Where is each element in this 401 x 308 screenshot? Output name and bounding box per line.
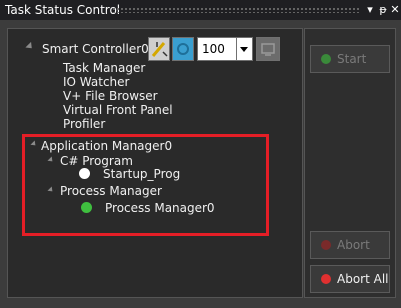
- collapse-arrow-icon[interactable]: [25, 41, 35, 52]
- highlight-annotation-box: [22, 134, 269, 236]
- speed-input[interactable]: 100: [197, 37, 237, 61]
- wand-icon: [151, 42, 168, 57]
- controller-label[interactable]: Smart Controller0: [42, 42, 149, 56]
- power-icon: [177, 43, 189, 55]
- tree-item-virtual-front-panel[interactable]: Virtual Front Panel: [63, 103, 173, 117]
- start-icon: [321, 54, 331, 64]
- tree-item-file-browser[interactable]: V+ File Browser: [63, 89, 158, 103]
- chevron-down-icon: [240, 47, 248, 52]
- abort-button[interactable]: Abort: [310, 231, 390, 259]
- abort-label: Abort: [337, 238, 370, 252]
- tree-item-task-manager[interactable]: Task Manager: [63, 61, 145, 75]
- abort-all-button[interactable]: Abort All: [310, 265, 390, 293]
- start-label: Start: [337, 52, 367, 66]
- tree-item-io-watcher[interactable]: IO Watcher: [63, 75, 129, 89]
- window-titlebar: Task Status Control ▾ ᵽ ✕: [0, 0, 401, 20]
- tree-item-profiler[interactable]: Profiler: [63, 117, 105, 131]
- close-icon[interactable]: ✕: [389, 0, 401, 20]
- task-control-sidebar: Start Abort Abort All: [304, 28, 396, 298]
- abort-all-label: Abort All: [337, 272, 389, 286]
- speed-value: 100: [202, 42, 225, 56]
- title-grip: [112, 7, 359, 13]
- abort-icon: [321, 240, 331, 250]
- monitor-icon: [261, 43, 275, 56]
- speed-dropdown-button[interactable]: [237, 37, 253, 61]
- start-button[interactable]: Start: [310, 45, 390, 73]
- power-button[interactable]: [172, 37, 194, 61]
- dropdown-icon[interactable]: ▾: [364, 0, 376, 20]
- monitor-button[interactable]: [256, 37, 280, 61]
- connect-toggle-button[interactable]: [148, 37, 170, 61]
- window-title: Task Status Control: [5, 3, 121, 17]
- pin-icon[interactable]: ᵽ: [377, 0, 389, 20]
- abort-all-icon: [321, 274, 331, 284]
